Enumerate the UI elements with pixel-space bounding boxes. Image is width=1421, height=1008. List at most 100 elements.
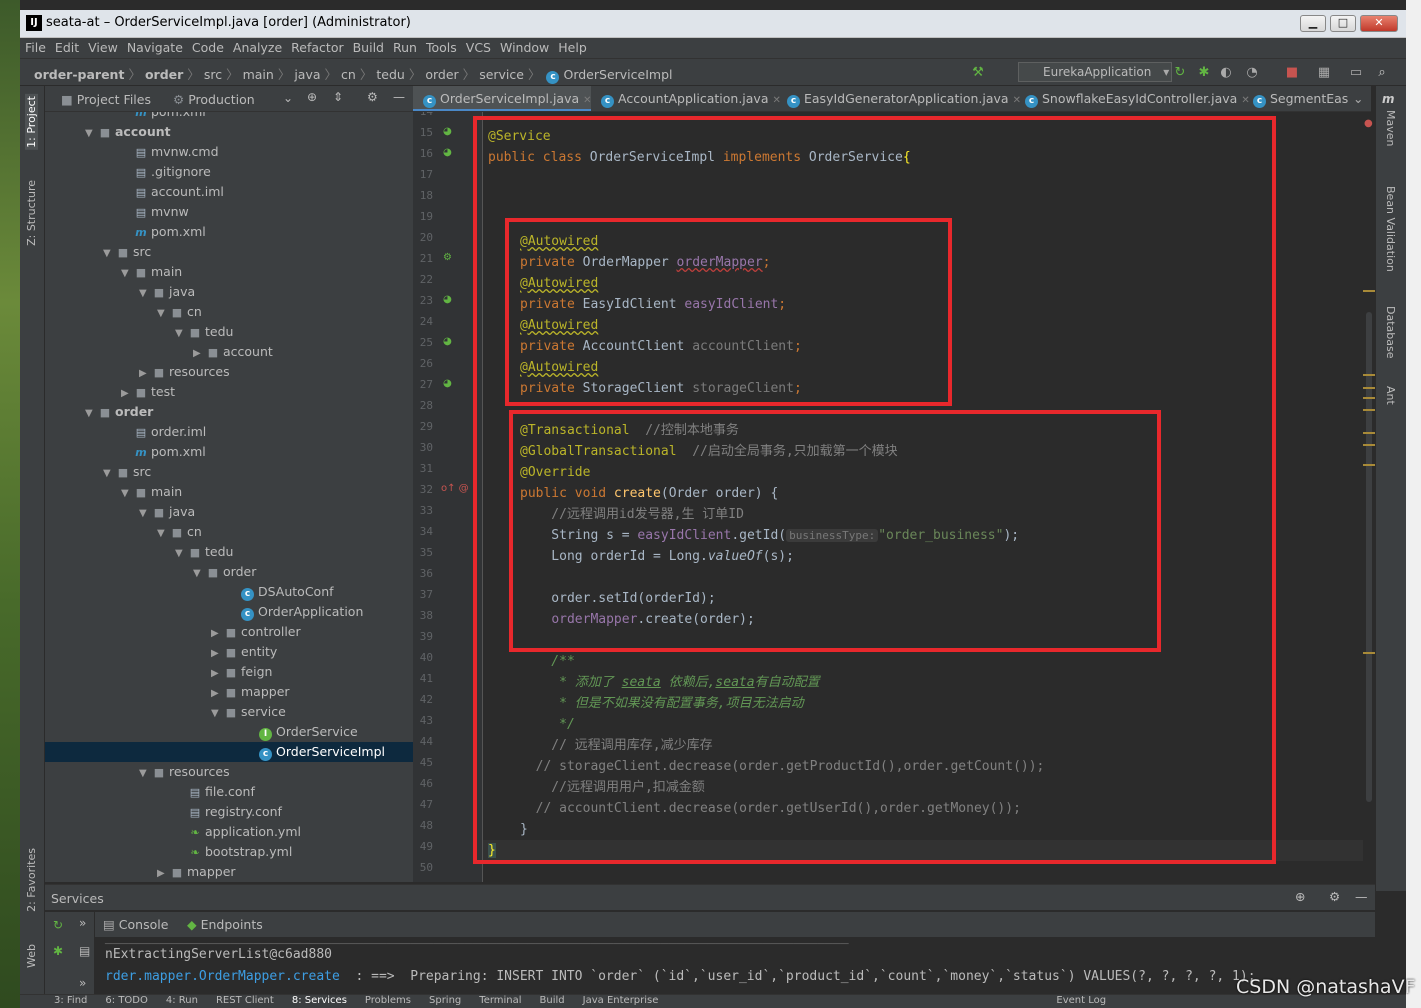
expanded-arrow-icon[interactable]: ▼	[85, 404, 97, 424]
tree-folder[interactable]: ▼ cn	[45, 522, 413, 542]
tree-file[interactable]: c OrderServiceImpl	[45, 742, 413, 762]
gear-icon[interactable]: ⚙	[1329, 889, 1340, 904]
tree-folder[interactable]: ▼ src	[45, 462, 413, 482]
debug-bug-icon[interactable]: ✱	[53, 944, 63, 958]
tree-file[interactable]: mvnw.cmd	[45, 142, 413, 162]
bean-icon[interactable]: ◕	[443, 378, 452, 389]
expanded-arrow-icon[interactable]: ▼	[139, 284, 151, 304]
favorites-tool-tab[interactable]: 2: Favorites	[25, 848, 38, 912]
code-editor[interactable]: @Service public class OrderServiceImpl i…	[483, 112, 1363, 882]
override-icon[interactable]: o↑ @	[441, 483, 469, 494]
menu-refactor[interactable]: Refactor	[286, 38, 347, 55]
tree-folder[interactable]: ▼ tedu	[45, 322, 413, 342]
tree-file[interactable]: account.iml	[45, 182, 413, 202]
rerun-icon[interactable]: ↻	[53, 918, 63, 932]
stop-icon[interactable]: ■	[1284, 65, 1300, 81]
expanded-arrow-icon[interactable]: ▼	[121, 484, 133, 504]
expanded-arrow-icon[interactable]: ▼	[139, 504, 151, 524]
tree-file[interactable]: c DSAutoConf	[45, 582, 413, 602]
menu-code[interactable]: Code	[187, 38, 228, 55]
minimize-button[interactable]: ▁	[1300, 15, 1326, 32]
tree-folder[interactable]: ▼ java	[45, 502, 413, 522]
problems-tool-tab[interactable]: Problems	[365, 995, 411, 1006]
tree-folder[interactable]: ▶ resources	[45, 362, 413, 382]
breadcrumb-item[interactable]: OrderServiceImpl	[563, 67, 672, 82]
tab-easyidgeneratorapplication[interactable]: c EasyIdGeneratorApplication.java ✕	[779, 86, 1021, 111]
tree-folder[interactable]: ▼ tedu	[45, 542, 413, 562]
tree-folder[interactable]: ▼ service	[45, 702, 413, 722]
collapsed-arrow-icon[interactable]: ▶	[211, 644, 223, 664]
menu-build[interactable]: Build	[348, 38, 388, 55]
menu-file[interactable]: File	[20, 38, 50, 55]
menu-help[interactable]: Help	[553, 38, 591, 55]
collapsed-arrow-icon[interactable]: ▶	[157, 864, 169, 882]
tree-file[interactable]: mpom.xml	[45, 112, 413, 122]
database-tool-tab[interactable]: Database	[1384, 306, 1397, 359]
breadcrumb-item[interactable]: service	[479, 67, 524, 82]
tree-file[interactable]: mvnw	[45, 202, 413, 222]
expanded-arrow-icon[interactable]: ▼	[193, 564, 205, 584]
console-output[interactable]: ────────────────────────────────────────…	[95, 937, 1375, 994]
tree-folder[interactable]: ▼ java	[45, 282, 413, 302]
collapsed-arrow-icon[interactable]: ▶	[211, 624, 223, 644]
bean-icon[interactable]: ◕	[443, 294, 452, 305]
bean-icon[interactable]: ◕	[443, 126, 452, 137]
tree-file[interactable]: I OrderService	[45, 722, 413, 742]
locate-icon[interactable]: ⊕	[307, 90, 317, 104]
layout-icon[interactable]: ▤	[79, 944, 90, 958]
expanded-arrow-icon[interactable]: ▼	[103, 464, 115, 484]
tab-orderserviceimpl[interactable]: c OrderServiceImpl.java ✕	[413, 86, 592, 111]
bean-icon[interactable]: ◕	[443, 147, 452, 158]
project-structure-icon[interactable]: ▦	[1316, 65, 1332, 81]
expanded-arrow-icon[interactable]: ▼	[175, 324, 187, 344]
globe-icon[interactable]: ⊕	[1295, 889, 1305, 904]
collapsed-arrow-icon[interactable]: ▶	[193, 344, 205, 364]
tree-folder[interactable]: ▶ account	[45, 342, 413, 362]
tree-file[interactable]: registry.conf	[45, 802, 413, 822]
tab-segmenteas[interactable]: c SegmentEas	[1245, 86, 1355, 111]
expanded-arrow-icon[interactable]: ▼	[175, 544, 187, 564]
maximize-button[interactable]: □	[1330, 15, 1356, 32]
build-hammer-icon[interactable]: ⚒	[970, 65, 986, 81]
breadcrumb-item[interactable]: order-parent	[34, 67, 124, 82]
breadcrumb-item[interactable]: main	[243, 67, 274, 82]
autowire-icon[interactable]: ⚙	[443, 252, 452, 263]
ant-tool-tab[interactable]: Ant	[1384, 386, 1397, 405]
chevron-down-icon[interactable]: ⌄	[283, 91, 293, 105]
collapsed-arrow-icon[interactable]: ▶	[139, 364, 151, 384]
gear-icon[interactable]: ⚙	[367, 90, 378, 104]
expand-icon[interactable]: »	[79, 916, 86, 930]
tree-folder[interactable]: ▼ order	[45, 562, 413, 582]
tree-folder[interactable]: ▼ cn	[45, 302, 413, 322]
tree-folder[interactable]: ▶ entity	[45, 642, 413, 662]
todo-tool-tab[interactable]: 6: TODO	[105, 995, 147, 1006]
tree-folder[interactable]: ▶ feign	[45, 662, 413, 682]
tree-file[interactable]: file.conf	[45, 782, 413, 802]
menu-window[interactable]: Window	[495, 38, 553, 55]
tree-file[interactable]: c OrderApplication	[45, 602, 413, 622]
expanded-arrow-icon[interactable]: ▼	[157, 524, 169, 544]
tree-file[interactable]: mpom.xml	[45, 442, 413, 462]
breadcrumb-item[interactable]: tedu	[376, 67, 404, 82]
breadcrumb-item[interactable]: order	[425, 67, 458, 82]
tab-accountapplication[interactable]: c AccountApplication.java ✕	[593, 86, 781, 111]
tree-file[interactable]: mpom.xml	[45, 222, 413, 242]
build-tool-tab[interactable]: Build	[540, 995, 565, 1006]
tree-folder[interactable]: ▶ mapper	[45, 862, 413, 882]
tree-file[interactable]: .gitignore	[45, 162, 413, 182]
endpoints-tab[interactable]: ◆ Endpoints	[187, 917, 263, 932]
bean-validation-tool-tab[interactable]: Bean Validation	[1384, 186, 1397, 272]
tree-folder[interactable]: ▼ main	[45, 262, 413, 282]
breadcrumb-item[interactable]: cn	[341, 67, 356, 82]
java-enterprise-tool-tab[interactable]: Java Enterprise	[583, 995, 659, 1006]
rerun-icon[interactable]: ↻	[1172, 65, 1188, 81]
run-configuration-select[interactable]: EurekaApplication ▾	[1018, 62, 1172, 82]
coverage-icon[interactable]: ◐	[1218, 65, 1234, 81]
menu-navigate[interactable]: Navigate	[122, 38, 187, 55]
collapse-icon[interactable]: ⇕	[333, 90, 343, 104]
menu-edit[interactable]: Edit	[50, 38, 83, 55]
expanded-arrow-icon[interactable]: ▼	[103, 244, 115, 264]
tree-file[interactable]: ❧ application.yml	[45, 822, 413, 842]
tab-snowflakeeasyidcontroller[interactable]: c SnowflakeEasyIdController.java ✕	[1017, 86, 1250, 111]
breadcrumb-item[interactable]: java	[294, 67, 320, 82]
